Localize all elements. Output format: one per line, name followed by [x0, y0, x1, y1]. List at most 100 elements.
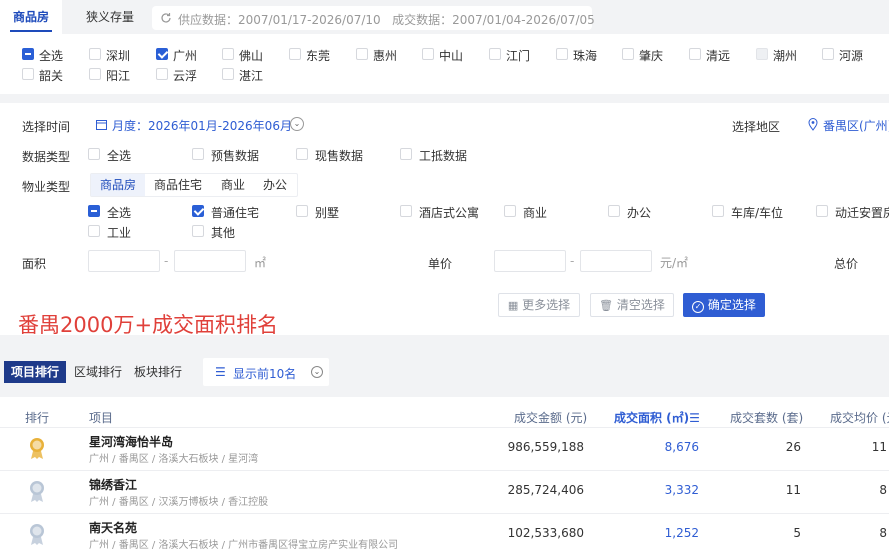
region-label-6: 中山 [439, 49, 464, 63]
property-type-label: 物业类型 [22, 180, 71, 194]
region-checkbox-16[interactable] [222, 68, 234, 80]
property-checkbox-2[interactable] [296, 205, 308, 217]
cell-amount: 986,559,188 [507, 440, 584, 454]
segment-office[interactable]: 办公 [255, 174, 295, 196]
area-min-input[interactable] [88, 250, 160, 272]
property-checkbox-3[interactable] [400, 205, 412, 217]
area-range-dash: - [164, 254, 169, 268]
header-amount[interactable]: 成交金额 (元) [514, 409, 587, 426]
region-checkbox-12[interactable] [822, 48, 834, 60]
table-row[interactable]: 锦绣香江 广州 / 番禺区 / 汉溪万博板块 / 香江控股 285,724,406 3… [0, 470, 889, 510]
data-type-checkbox-2[interactable] [296, 148, 308, 160]
cell-amount: 285,724,406 [507, 483, 584, 497]
total-price-label: 总价 [834, 257, 859, 271]
time-picker[interactable]: 月度：2026年01月-2026年06月 ⌄ [90, 113, 308, 137]
show-top-dropdown-icon[interactable]: ⌄ [311, 366, 323, 378]
property-label-3: 酒店式公寓 [419, 206, 480, 220]
tab-project-ranking[interactable]: 项目排行 [4, 361, 66, 383]
header-avg[interactable]: 成交均价 (元 [830, 409, 889, 426]
property-checkbox-6[interactable] [712, 205, 724, 217]
region-checkbox-1[interactable] [89, 48, 101, 60]
show-top-selector[interactable]: ☰ 显示前10名 ⌄ [203, 358, 329, 386]
segment-residential[interactable]: 商品住宅 [147, 174, 209, 196]
annotation-text: 番禺2000万+成交面积排名 [18, 313, 279, 337]
property-checkbox-5[interactable] [608, 205, 620, 217]
region-label-7: 江门 [506, 49, 531, 63]
more-options-button[interactable]: ▦ 更多选择 [498, 293, 580, 317]
segment-commercial-housing[interactable]: 商品房 [91, 174, 145, 196]
data-type-label: 数据类型 [22, 150, 71, 164]
region-checkbox-14[interactable] [89, 68, 101, 80]
sort-desc-icon[interactable]: ☰ [689, 411, 700, 425]
region-checkbox-5[interactable] [356, 48, 368, 60]
project-name[interactable]: 星河湾海怡半岛 [89, 433, 173, 450]
ranking-toolbar: 项目排行 区域排行 板块排行 ☰ 显示前10名 ⌄ [0, 357, 889, 387]
data-type-label-0: 全选 [107, 149, 132, 163]
project-name[interactable]: 锦绣香江 [89, 476, 137, 493]
data-type-checkbox-0[interactable] [88, 148, 100, 160]
region-checkbox-8[interactable] [556, 48, 568, 60]
region-checkbox-0[interactable] [22, 48, 34, 60]
rank-medal-icon [29, 436, 45, 460]
header-area-label: 成交面积 (㎡) [614, 411, 690, 425]
area-max-input[interactable] [174, 250, 246, 272]
property-label-7: 动迁安置房 [835, 206, 889, 220]
segment-commercial[interactable]: 商业 [213, 174, 253, 196]
area-select-label: 选择地区 [732, 120, 781, 134]
region-checkbox-2[interactable] [156, 48, 168, 60]
property-label-6: 车库/车位 [731, 206, 784, 220]
property-checkbox-1[interactable] [192, 205, 204, 217]
rank-medal-icon [29, 522, 45, 546]
price-max-input[interactable] [580, 250, 652, 272]
region-label-9: 肇庆 [639, 49, 664, 63]
table-row[interactable]: 星河湾海怡半岛广州 / 番禺区 / 洛溪大石板块 / 星河湾 986,559,18… [0, 427, 889, 467]
region-checkbox-13[interactable] [22, 68, 34, 80]
region-checkbox-9[interactable] [622, 48, 634, 60]
header-project: 项目 [89, 411, 114, 425]
property2-label-1: 其他 [211, 226, 236, 240]
area-select[interactable]: 番禺区(广州) [800, 113, 889, 137]
data-type-checkbox-1[interactable] [192, 148, 204, 160]
area-unit: ㎡ [254, 256, 267, 270]
property2-checkbox-1[interactable] [192, 225, 204, 237]
price-min-input[interactable] [494, 250, 566, 272]
tab-district-ranking[interactable]: 区域排行 [70, 361, 126, 383]
time-dropdown-icon[interactable]: ⌄ [290, 117, 304, 131]
data-type-label-3: 工抵数据 [419, 149, 468, 163]
property-checkbox-4[interactable] [504, 205, 516, 217]
table-header: 排行 项目 成交金额 (元) 成交面积 (㎡)☰ 成交套数 (套) 成交均价 (… [0, 397, 889, 427]
confirm-label: 确定选择 [707, 298, 756, 312]
region-checkbox-11[interactable] [756, 48, 768, 60]
header-count[interactable]: 成交套数 (套) [730, 409, 803, 426]
property-label-4: 商业 [523, 206, 548, 220]
table-row[interactable]: 南天名苑 广州 / 番禺区 / 洛溪大石板块 / 广州市番禺区得宝立房产实业有限公… [0, 513, 889, 553]
project-path: 广州 / 番禺区 / 洛溪大石板块 / 星河湾 [89, 454, 259, 465]
region-checkbox-15[interactable] [156, 68, 168, 80]
property-checkbox-7[interactable] [816, 205, 828, 217]
confirm-button[interactable]: ✓ 确定选择 [683, 293, 765, 317]
data-type-label-1: 预售数据 [211, 149, 260, 163]
tab-commercial-housing[interactable]: 商品房 [0, 0, 62, 34]
tab-block-ranking[interactable]: 板块排行 [130, 361, 186, 383]
calendar-icon [96, 120, 107, 130]
region-label-3: 佛山 [239, 49, 264, 63]
cell-count: 11 [785, 483, 801, 497]
grid-icon: ▦ [507, 299, 519, 312]
region-checkbox-4[interactable] [289, 48, 301, 60]
region-label-4: 东莞 [306, 49, 331, 63]
region-checkbox-7[interactable] [489, 48, 501, 60]
region-checkbox-6[interactable] [422, 48, 434, 60]
region-checkbox-10[interactable] [689, 48, 701, 60]
header-area[interactable]: 成交面积 (㎡)☰ [614, 409, 700, 426]
clear-button[interactable]: 🗑 清空选择 [590, 293, 674, 317]
top-tab-bar: 商品房 狭义存量 供应数据：2007/01/17-2026/07/10 成交数据… [0, 0, 889, 34]
tab-narrow-inventory[interactable]: 狭义存量 [72, 0, 148, 34]
project-name[interactable]: 南天名苑 [89, 519, 137, 536]
property-checkbox-0[interactable] [88, 205, 100, 217]
property2-label-0: 工业 [107, 226, 132, 240]
filter-panel: 选择时间 月度：2026年01月-2026年06月 ⌄ 选择地区 番禺区(广州)… [0, 103, 889, 337]
property2-checkbox-0[interactable] [88, 225, 100, 237]
area-field-label: 面积 [22, 257, 47, 271]
region-checkbox-3[interactable] [222, 48, 234, 60]
data-type-checkbox-3[interactable] [400, 148, 412, 160]
